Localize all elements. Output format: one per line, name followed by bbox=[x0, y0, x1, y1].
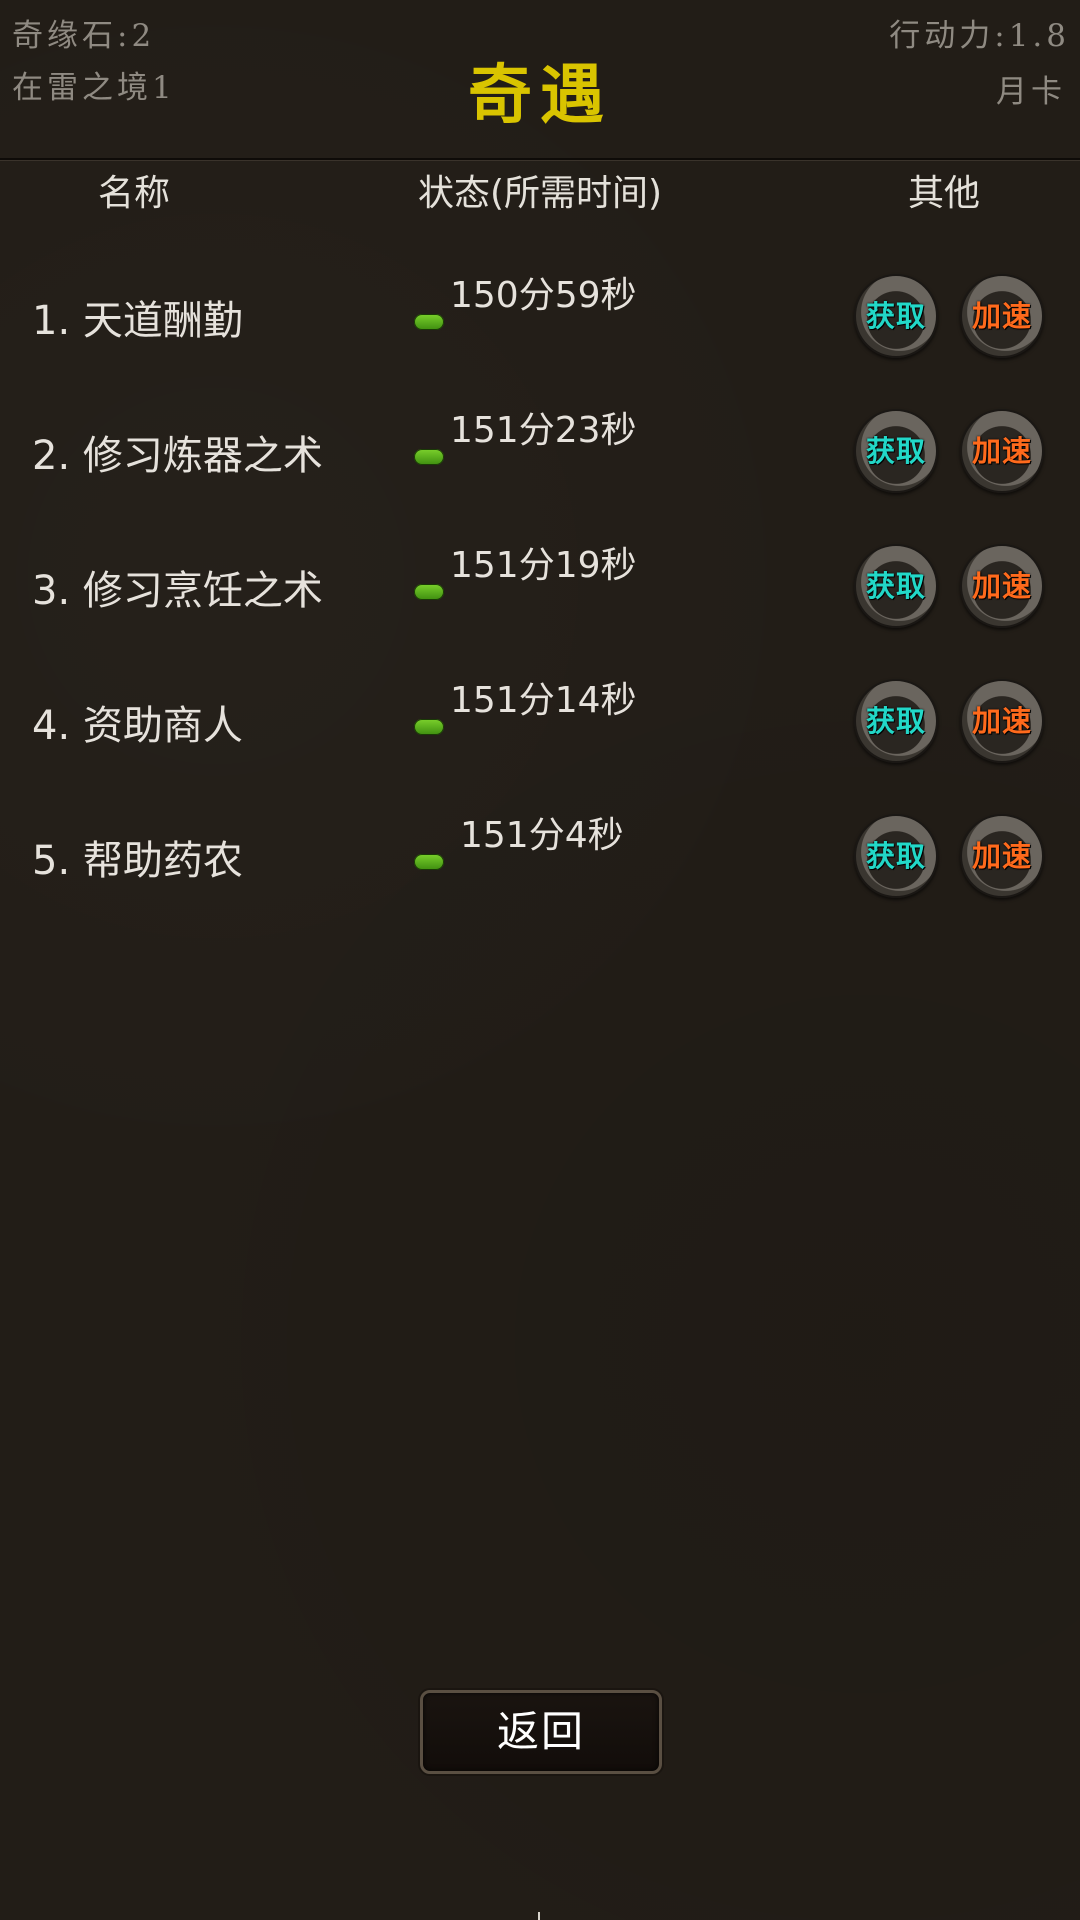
page-title: 奇遇 bbox=[468, 58, 612, 133]
speed-up-button[interactable]: 加速 bbox=[960, 814, 1044, 898]
progress-bar-icon bbox=[414, 719, 444, 735]
encounter-name: 2. 修习炼器之术 bbox=[32, 433, 323, 479]
time-remaining: 151分19秒 bbox=[450, 545, 637, 586]
speed-up-button[interactable]: 加速 bbox=[960, 544, 1044, 628]
get-button[interactable]: 获取 bbox=[854, 679, 938, 763]
get-button[interactable]: 获取 bbox=[854, 409, 938, 493]
time-remaining: 151分4秒 bbox=[460, 815, 624, 856]
bottom-indicator bbox=[538, 1912, 540, 1920]
back-button[interactable]: 返回 bbox=[420, 1690, 662, 1774]
time-remaining: 151分14秒 bbox=[450, 680, 637, 721]
encounter-name: 5. 帮助药农 bbox=[32, 838, 243, 884]
speed-up-button[interactable]: 加速 bbox=[960, 679, 1044, 763]
get-button[interactable]: 获取 bbox=[854, 544, 938, 628]
column-header-name: 名称 bbox=[98, 173, 171, 214]
column-header-other: 其他 bbox=[908, 173, 981, 214]
progress-bar-icon bbox=[414, 584, 444, 600]
header-divider bbox=[0, 158, 1080, 161]
encounter-name: 4. 资助商人 bbox=[32, 703, 243, 749]
time-remaining: 151分23秒 bbox=[450, 410, 637, 451]
column-header-status: 状态(所需时间) bbox=[418, 173, 663, 214]
month-card-link[interactable]: 月卡 bbox=[996, 66, 1066, 111]
list-item: 4. 资助商人 151分14秒 获取 加速 bbox=[0, 673, 1080, 793]
encounter-name: 3. 修习烹饪之术 bbox=[32, 568, 323, 614]
speed-up-button[interactable]: 加速 bbox=[960, 409, 1044, 493]
get-button[interactable]: 获取 bbox=[854, 274, 938, 358]
list-item: 5. 帮助药农 151分4秒 获取 加速 bbox=[0, 808, 1080, 928]
progress-bar-icon bbox=[414, 854, 444, 870]
progress-bar-icon bbox=[414, 314, 444, 330]
list-item: 2. 修习炼器之术 151分23秒 获取 加速 bbox=[0, 403, 1080, 523]
progress-bar-icon bbox=[414, 449, 444, 465]
speed-up-button[interactable]: 加速 bbox=[960, 274, 1044, 358]
list-item: 1. 天道酬勤 150分59秒 获取 加速 bbox=[0, 268, 1080, 388]
list-item: 3. 修习烹饪之术 151分19秒 获取 加速 bbox=[0, 538, 1080, 658]
time-remaining: 150分59秒 bbox=[450, 275, 637, 316]
get-button[interactable]: 获取 bbox=[854, 814, 938, 898]
action-points: 行动力:1.8 bbox=[889, 18, 1070, 54]
encounter-name: 1. 天道酬勤 bbox=[32, 298, 243, 344]
